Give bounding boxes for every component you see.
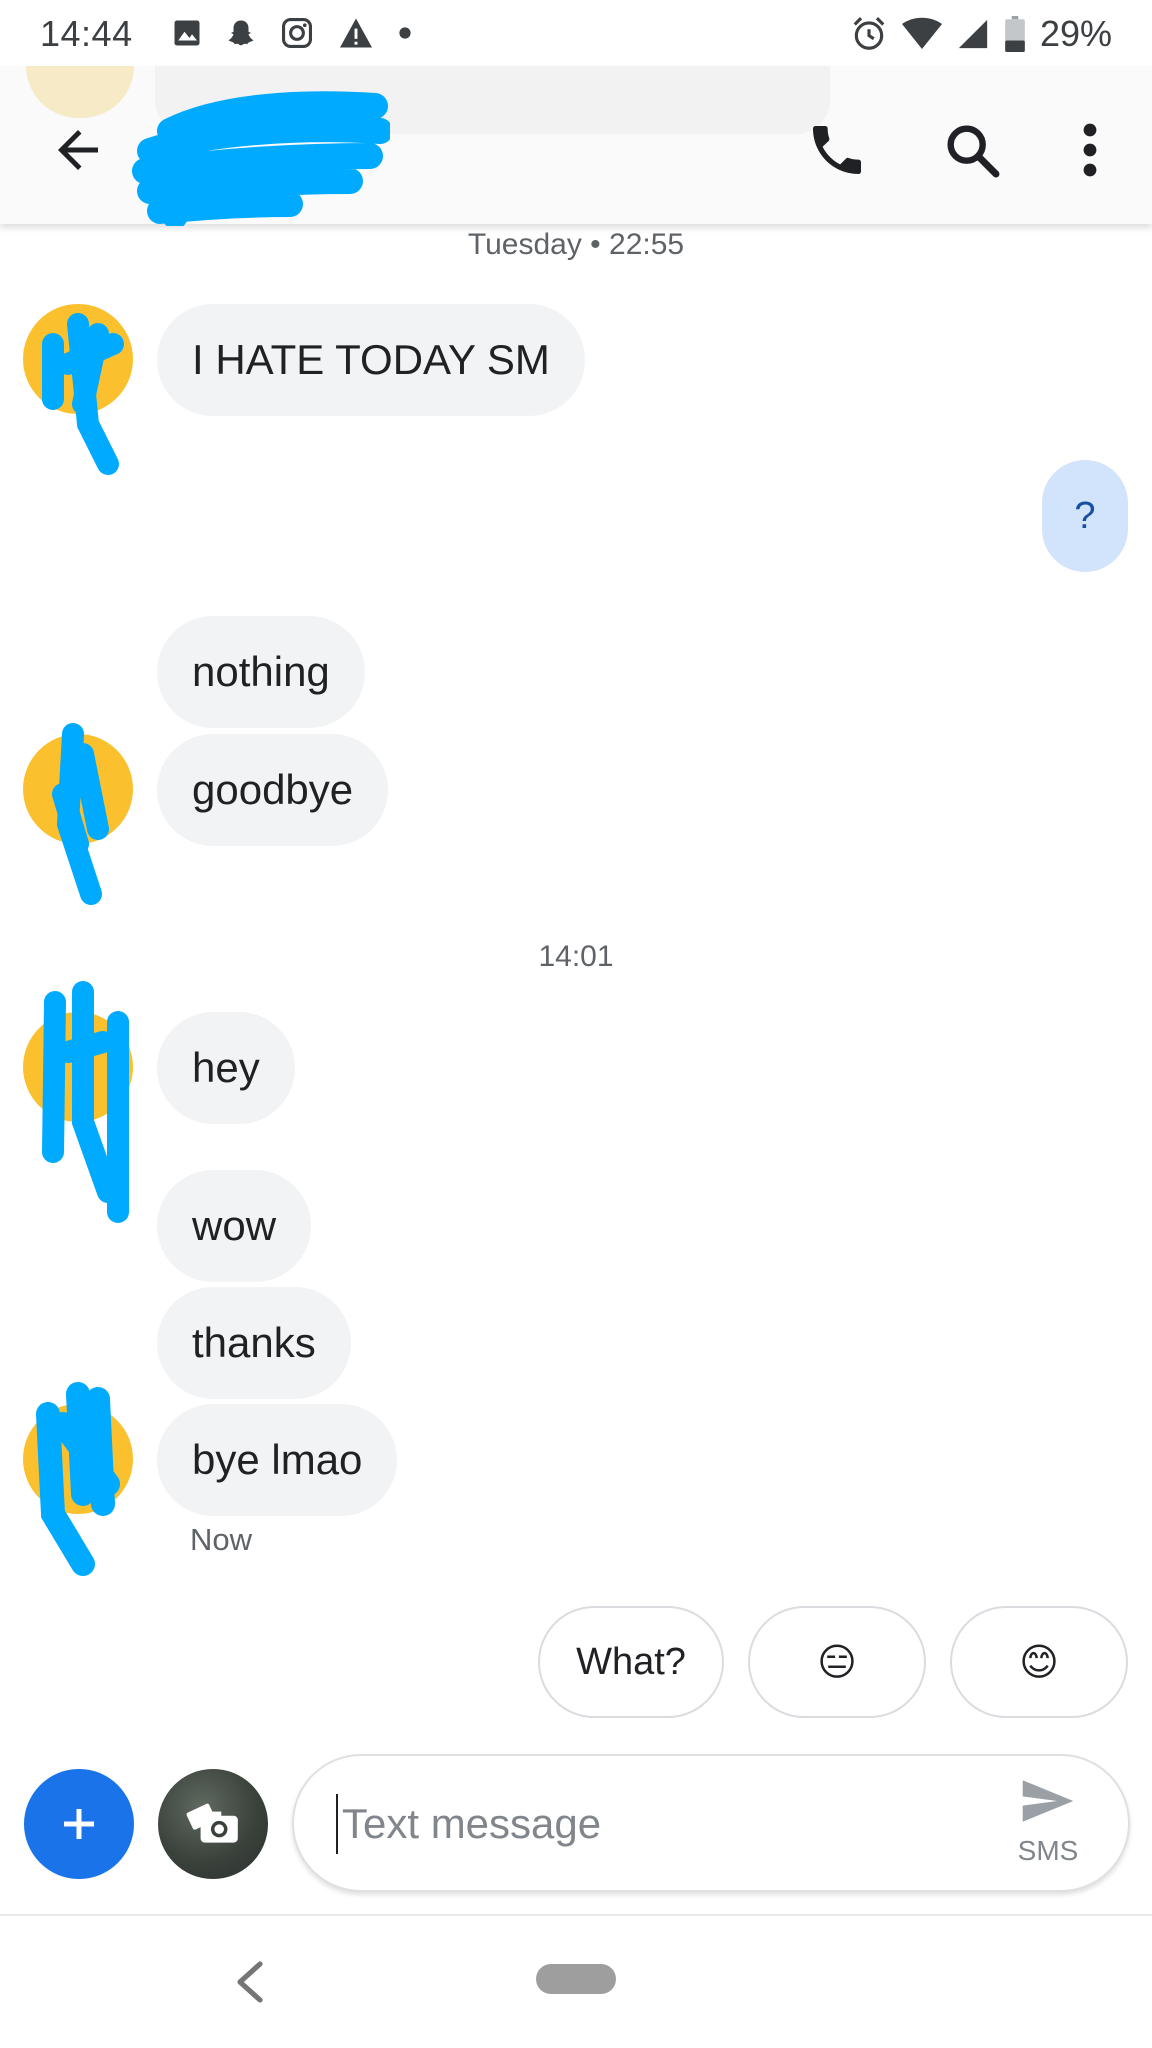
message-bubble[interactable]: wow: [157, 1170, 312, 1282]
battery-icon: [1005, 16, 1025, 52]
header-avatar-remnant: [26, 66, 134, 118]
contact-avatar[interactable]: [23, 1382, 133, 1576]
outgoing-message-bubble[interactable]: ?: [1042, 460, 1128, 572]
nav-home-pill[interactable]: [536, 1964, 616, 1994]
smart-reply-chip[interactable]: 😊: [950, 1606, 1128, 1718]
message-bubble[interactable]: bye lmao: [157, 1404, 398, 1516]
send-label: SMS: [1017, 1835, 1079, 1866]
battery-percent: 29%: [1039, 13, 1112, 54]
warning-icon: [340, 18, 372, 48]
nav-back-icon[interactable]: [232, 1960, 268, 2004]
status-bar: 14:44 29%: [0, 0, 1152, 66]
search-icon[interactable]: [940, 118, 1004, 182]
send-icon: [1022, 1780, 1074, 1822]
notification-icons: [172, 16, 412, 50]
app-bar: li: [0, 66, 1152, 226]
instagram-icon: [281, 17, 313, 49]
back-arrow-icon[interactable]: [48, 120, 108, 180]
message-input[interactable]: [336, 1794, 976, 1854]
wifi-icon: [901, 17, 942, 49]
snapchat-icon: [228, 20, 254, 46]
more-vert-icon[interactable]: [1070, 118, 1110, 182]
plus-icon: [64, 1809, 94, 1839]
message-status: Now: [190, 1522, 253, 1557]
send-sms-button[interactable]: SMS: [1008, 1778, 1088, 1874]
message-bubble[interactable]: hey: [157, 1012, 295, 1124]
avatar-scribble: [36, 1382, 120, 1576]
avatar-scribble: [42, 981, 129, 1223]
smart-reply-chip[interactable]: 😑: [748, 1606, 926, 1718]
contact-avatar[interactable]: [23, 304, 133, 475]
add-attachment-button[interactable]: [24, 1769, 134, 1879]
timestamp-divider: Tuesday • 22:55: [467, 228, 685, 261]
gallery-icon: [174, 20, 200, 46]
status-time: 14:44: [40, 13, 133, 54]
dot-icon: [399, 27, 411, 39]
signal-icon: [958, 19, 988, 49]
alarm-icon: [853, 17, 885, 50]
message-bubble[interactable]: thanks: [157, 1287, 351, 1399]
message-bubble[interactable]: I HATE TODAY SM: [157, 304, 585, 416]
timestamp-divider: 14:01: [538, 940, 614, 973]
camera-icon: [186, 1803, 238, 1843]
camera-gallery-button[interactable]: [158, 1769, 268, 1879]
nav-divider: [0, 1914, 1152, 1916]
redaction-scribble: [132, 91, 390, 226]
contact-avatar[interactable]: [23, 723, 133, 905]
system-icons: 29%: [850, 13, 1112, 55]
message-bubble[interactable]: goodbye: [157, 734, 389, 846]
contact-avatar[interactable]: [23, 981, 133, 1223]
avatar-scribble: [52, 723, 109, 905]
avatar-scribble: [42, 313, 124, 475]
message-bubble[interactable]: nothing: [157, 616, 365, 728]
compose-bar: SMS: [292, 1754, 1130, 1892]
smart-reply-chip[interactable]: What?: [538, 1606, 724, 1718]
call-icon[interactable]: [805, 118, 869, 182]
